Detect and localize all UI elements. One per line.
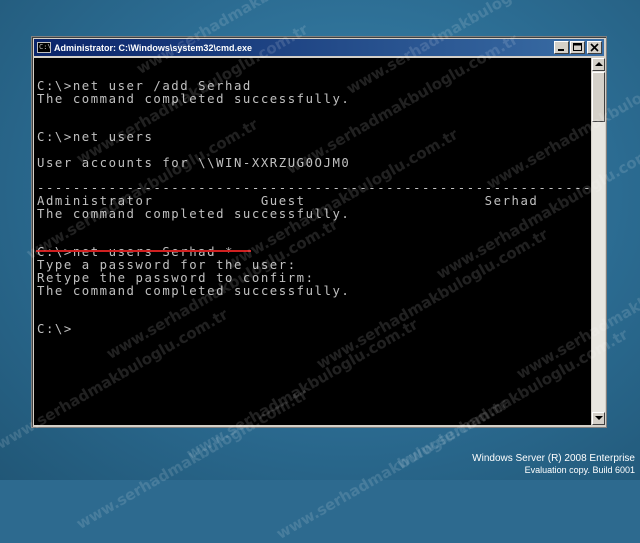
- console-line: The command completed successfully.: [37, 91, 351, 106]
- cmd-icon-glyph: C:\: [39, 43, 52, 51]
- console-output[interactable]: C:\>net user /add Serhad The command comp…: [34, 58, 591, 425]
- console-line: Administrator Guest Serhad: [37, 193, 539, 208]
- console-text: C:\>net user /add Serhad The command comp…: [37, 67, 591, 336]
- os-build: Evaluation copy. Build 6001: [524, 465, 635, 475]
- window-title: Administrator: C:\Windows\system32\cmd.e…: [54, 42, 252, 53]
- os-branding: Windows Server (R) 2008 Enterprise Evalu…: [472, 453, 635, 476]
- maximize-icon: [573, 43, 582, 51]
- cmd-window[interactable]: C:\ Administrator: C:\Windows\system32\c…: [31, 36, 607, 428]
- console-line: User accounts for \\WIN-XXRZUG0OJM0: [37, 155, 351, 170]
- console-line: C:\>: [37, 321, 73, 336]
- scroll-down-button[interactable]: [592, 412, 605, 425]
- minimize-button[interactable]: [554, 41, 569, 54]
- title-bar[interactable]: C:\ Administrator: C:\Windows\system32\c…: [34, 39, 604, 56]
- os-edition: Windows Server (R) 2008 Enterprise: [472, 453, 635, 464]
- console-line: C:\>net user /add Serhad: [37, 78, 252, 93]
- console-line: Retype the password to confirm:: [37, 270, 315, 285]
- scroll-up-icon: [595, 62, 603, 66]
- close-button[interactable]: [587, 41, 602, 54]
- minimize-icon: [558, 49, 564, 51]
- command-highlight-underline: [36, 250, 251, 252]
- scrollbar-thumb[interactable]: [592, 72, 605, 122]
- scroll-down-icon: [595, 416, 603, 420]
- console-line: Type a password for the user:: [37, 257, 297, 272]
- cmd-icon[interactable]: C:\: [37, 42, 52, 53]
- console-line: The command completed successfully.: [37, 283, 351, 298]
- console-line: The command completed successfully.: [37, 206, 351, 221]
- close-icon: [590, 43, 599, 52]
- maximize-button[interactable]: [570, 41, 585, 54]
- console-line: C:\>net users: [37, 129, 154, 144]
- vertical-scrollbar[interactable]: [592, 58, 605, 425]
- scroll-up-button[interactable]: [592, 58, 605, 71]
